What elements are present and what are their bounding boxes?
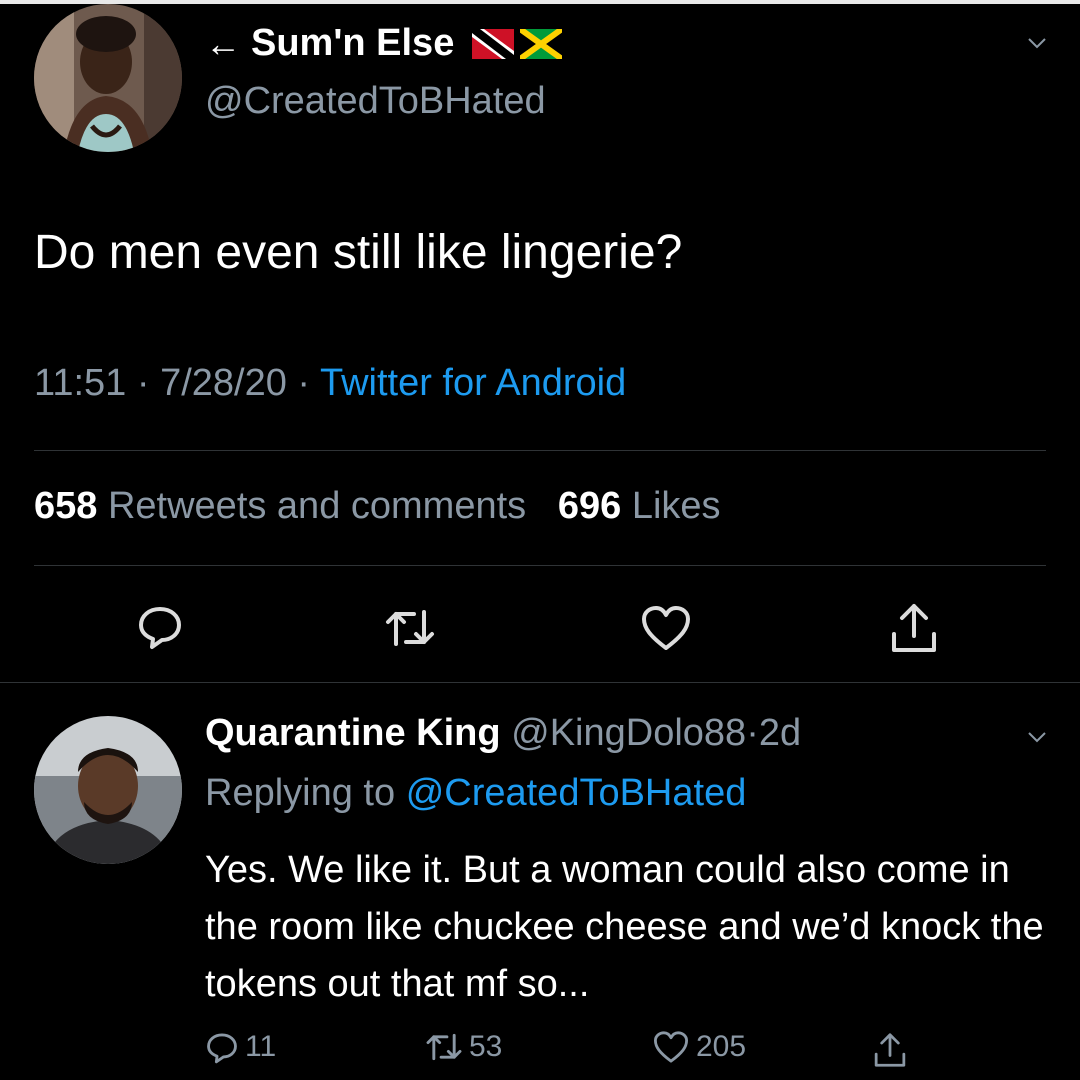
like-icon[interactable] <box>640 604 692 652</box>
replying-to-line: Replying to @CreatedToBHated <box>205 772 746 815</box>
author-handle[interactable]: @CreatedToBHated <box>205 80 546 123</box>
tweet-meta: 11:51 · 7/28/20 · Twitter for Android <box>34 362 626 405</box>
reply-author-avatar[interactable] <box>34 716 182 864</box>
retweet-icon[interactable] <box>384 606 436 650</box>
tweet-text: Do men even still like lingerie? <box>34 226 683 279</box>
reply-like-action[interactable]: 205 <box>652 1030 746 1064</box>
likes-stat[interactable]: 696 Likes <box>558 485 721 527</box>
share-icon <box>874 1033 906 1067</box>
back-arrow-icon[interactable]: ← <box>205 23 241 65</box>
tweet-source-link[interactable]: Twitter for Android <box>320 362 626 404</box>
reply-retweet-action[interactable]: 53 <box>425 1030 502 1064</box>
tweet-date: 7/28/20 <box>160 362 287 404</box>
tweet-stats: 658 Retweets and comments 696 Likes <box>34 485 721 528</box>
flag-emojis <box>472 28 563 59</box>
divider <box>0 682 1080 683</box>
reply-reply-action[interactable]: 11 <box>205 1030 276 1064</box>
retweets-count: 658 <box>34 485 98 527</box>
retweet-icon <box>426 1033 462 1061</box>
retweets-stat[interactable]: 658 Retweets and comments <box>34 485 526 527</box>
reply-share-action[interactable] <box>872 1030 908 1070</box>
reply-retweet-count: 53 <box>469 1030 503 1063</box>
screenshot-top-edge <box>0 0 1080 4</box>
jamaica-flag-icon <box>520 28 563 59</box>
author-name-row: ← Sum'n Else <box>205 22 563 65</box>
reply-age: 2d <box>758 712 802 754</box>
divider <box>34 450 1046 451</box>
reply-icon <box>207 1033 237 1064</box>
share-icon[interactable] <box>888 600 940 656</box>
like-icon <box>654 1031 688 1063</box>
tweet-time: 11:51 <box>34 362 127 404</box>
likes-label: Likes <box>631 485 721 527</box>
chevron-down-icon[interactable] <box>1026 726 1048 748</box>
reply-handle[interactable]: @KingDolo88 <box>511 712 746 754</box>
reply-text: Yes. We like it. But a woman could also … <box>205 849 1044 1005</box>
replying-prefix: Replying to <box>205 772 396 814</box>
divider <box>34 565 1046 566</box>
replying-to-mention[interactable]: @CreatedToBHated <box>406 772 747 814</box>
reply-display-name[interactable]: Quarantine King <box>205 712 501 754</box>
trinidad-flag-icon <box>472 28 515 59</box>
likes-count: 696 <box>557 485 622 527</box>
meta-separator: · <box>297 362 311 404</box>
author-avatar[interactable] <box>34 4 182 152</box>
retweets-label: Retweets and comments <box>107 485 527 527</box>
author-display-name[interactable]: Sum'n Else <box>251 22 454 65</box>
meta-separator: · <box>136 362 150 404</box>
reply-like-count: 205 <box>696 1030 747 1063</box>
meta-separator: · <box>746 712 759 754</box>
reply-header: Quarantine King @KingDolo88·2d <box>205 712 801 755</box>
chevron-down-icon[interactable] <box>1026 32 1048 54</box>
reply-icon[interactable] <box>136 602 184 650</box>
reply-reply-count: 11 <box>245 1030 277 1063</box>
